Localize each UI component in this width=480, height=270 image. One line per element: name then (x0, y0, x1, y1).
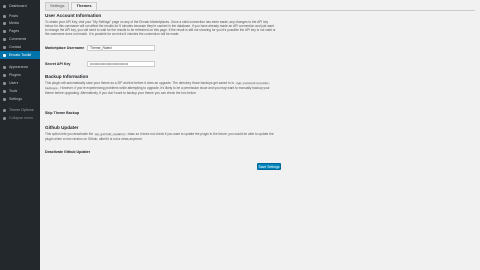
backup-heading: Backup Information (45, 74, 89, 79)
dashboard-icon (3, 4, 6, 8)
github-description: This option lets you deactivate the wp_g… (45, 132, 277, 144)
sidebar-item-label: Collapse menu (9, 116, 33, 120)
sidebar-item-label: Tools (9, 89, 18, 93)
sidebar-item-label: Appearance (9, 65, 29, 69)
admin-sidebar: Dashboard Posts Media Pages Comments Con… (0, 0, 40, 270)
sidebar-item-envato-toolkit[interactable]: Envato Toolkit (0, 51, 40, 59)
sidebar-item-label: Posts (9, 14, 18, 18)
users-icon (3, 81, 6, 85)
deactivate-github-label[interactable]: Deactivate Github Updater (45, 150, 90, 154)
sidebar-item-label: Envato Toolkit (9, 53, 32, 57)
username-field[interactable]: Theme_Rated (87, 44, 155, 51)
settings-icon (3, 97, 6, 101)
main-content: Settings Themes User Account Information… (40, 0, 480, 270)
sidebar-item-users[interactable]: Users (0, 79, 40, 87)
api-key-label: Secret API Key (45, 62, 71, 66)
sidebar-item-dashboard[interactable]: Dashboard (0, 2, 40, 10)
account-heading: User Account Information (45, 13, 102, 18)
pages-icon (3, 29, 6, 33)
sidebar-collapse-menu[interactable]: Collapse menu (0, 114, 40, 122)
sidebar-item-appearance[interactable]: Appearance (0, 63, 40, 71)
github-description-pre: This option lets you deactivate the (45, 132, 94, 136)
sidebar-item-label: Theme Options (9, 108, 34, 112)
plugins-icon (3, 73, 6, 77)
appearance-icon (3, 65, 6, 69)
sidebar-item-label: Comments (9, 37, 27, 41)
sidebar-item-settings[interactable]: Settings (0, 95, 40, 103)
api-key-field[interactable]: •••••••••••••••••••••••••••••••• (87, 60, 155, 67)
sidebar-item-media[interactable]: Media (0, 19, 40, 27)
comments-icon (3, 37, 6, 41)
username-label: Marketplace Username (45, 46, 85, 50)
github-updater-code: wp_github_updater (94, 133, 127, 136)
media-icon (3, 21, 6, 25)
tab-divider (45, 9, 475, 11)
sidebar-item-contact[interactable]: Contact (0, 43, 40, 51)
contact-icon (3, 45, 6, 49)
toolkit-icon (3, 53, 6, 57)
sidebar-item-comments[interactable]: Comments (0, 35, 40, 43)
skip-backup-label[interactable]: Skip Theme Backup (45, 111, 79, 115)
sidebar-item-plugins[interactable]: Plugins (0, 71, 40, 79)
backup-description-post: . However, if you're experiencing proble… (45, 86, 270, 95)
sidebar-item-label: Dashboard (9, 4, 27, 8)
backup-description-pre: This plugin will automatically save your… (45, 81, 234, 85)
account-description: To obtain your API Key, visit your "My S… (45, 20, 276, 36)
sidebar-item-label: Settings (9, 97, 22, 101)
sidebar-item-tools[interactable]: Tools (0, 87, 40, 95)
backup-description: This plugin will automatically save your… (45, 81, 277, 105)
sidebar-item-label: Users (9, 81, 19, 85)
sidebar-item-label: Pages (9, 29, 20, 33)
save-settings-button[interactable]: Save Settings (257, 163, 281, 170)
github-heading: Github Updater (45, 125, 79, 130)
sidebar-item-theme-options[interactable]: Theme Options (0, 106, 40, 114)
posts-icon (3, 14, 6, 18)
sidebar-item-pages[interactable]: Pages (0, 27, 40, 35)
theme-options-icon (3, 108, 6, 112)
sidebar-item-label: Plugins (9, 73, 21, 77)
sidebar-item-label: Media (9, 21, 19, 25)
collapse-icon (3, 116, 6, 120)
tools-icon (3, 89, 6, 93)
sidebar-item-label: Contact (9, 45, 22, 49)
